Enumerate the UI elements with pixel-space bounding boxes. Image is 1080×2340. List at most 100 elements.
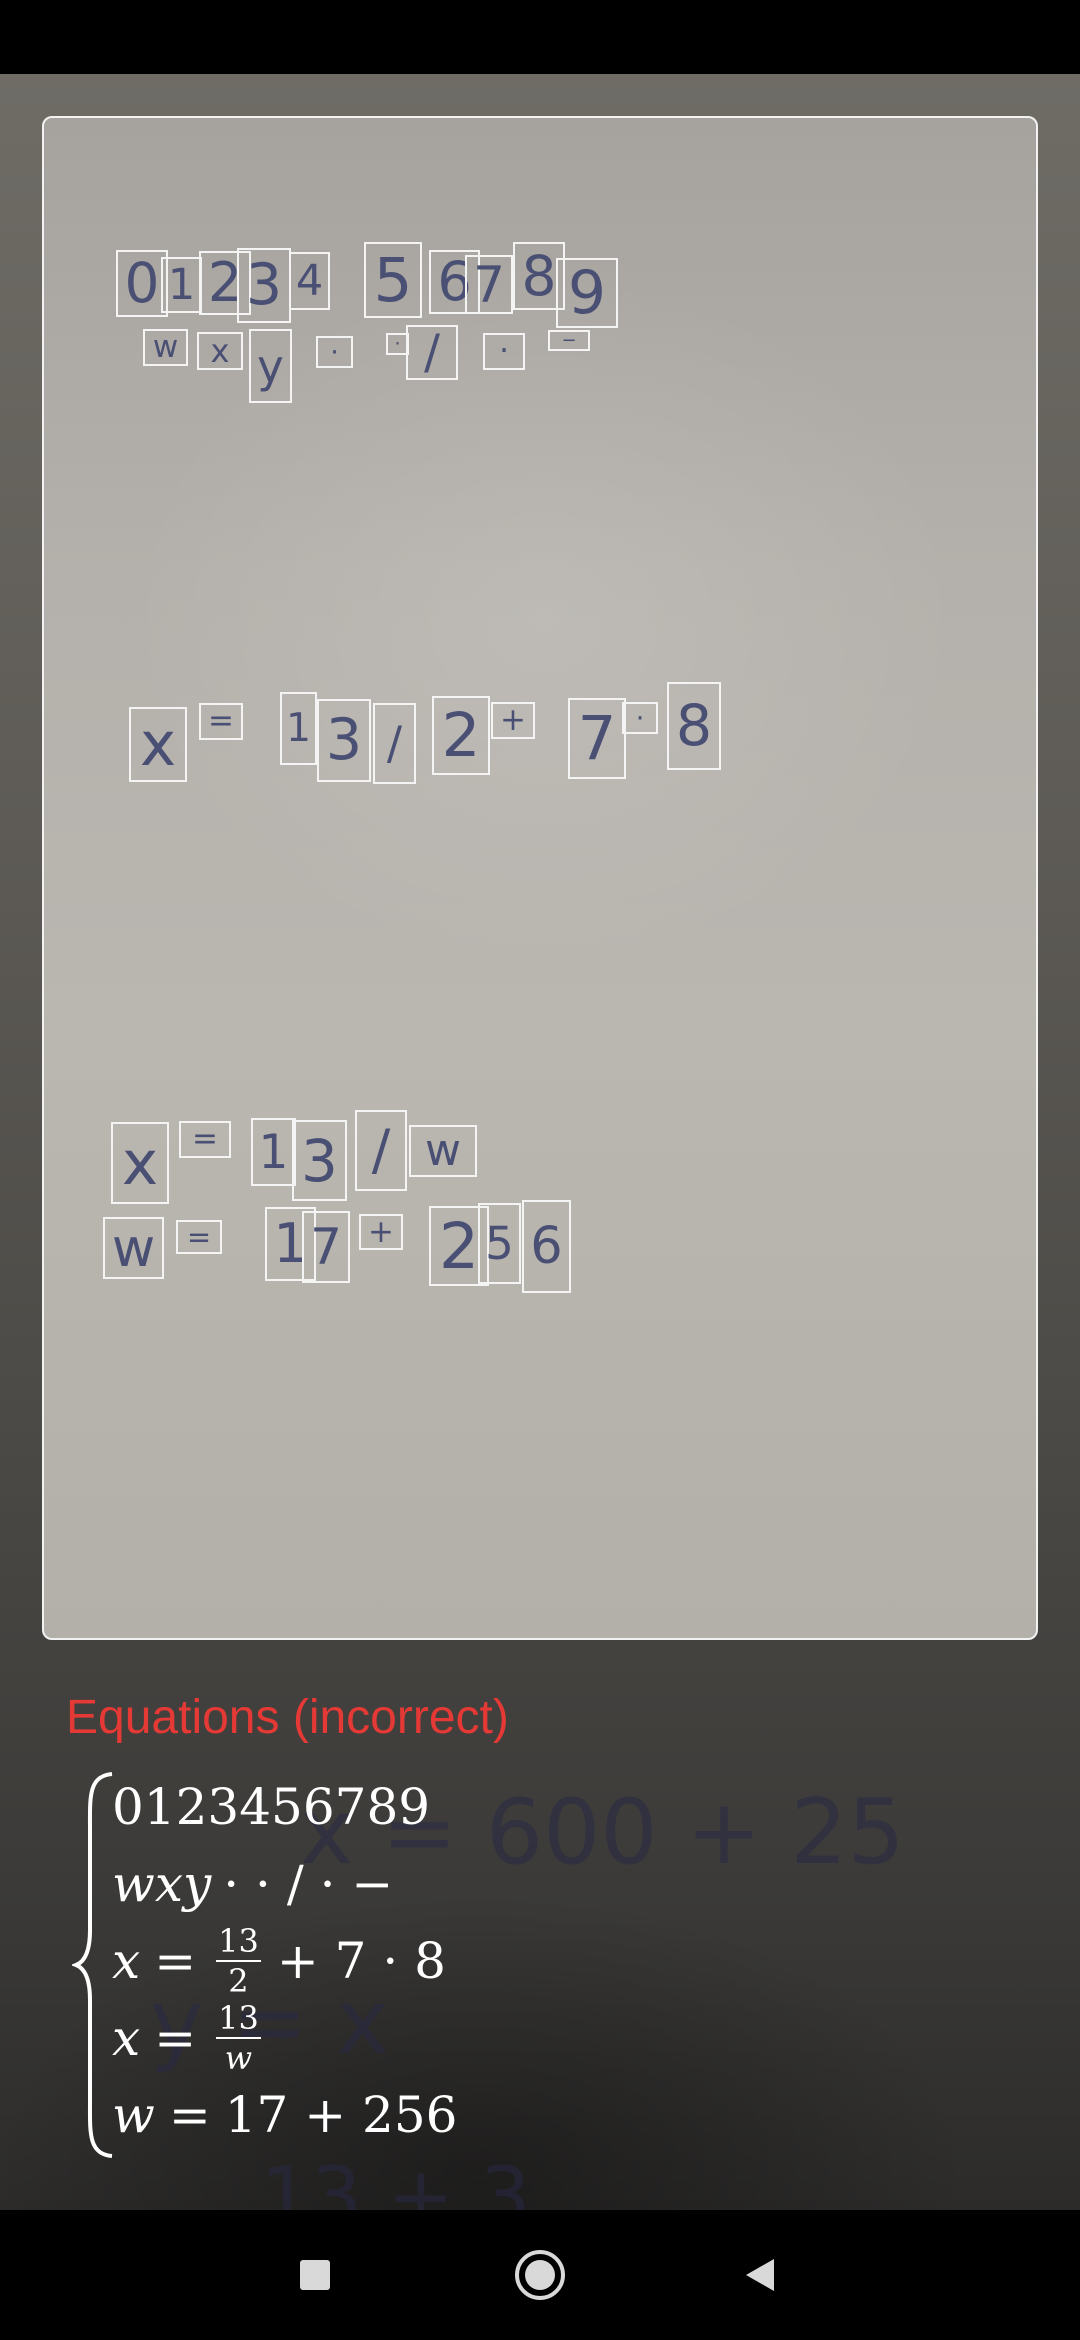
handwritten-symbol: 9 [567, 258, 607, 328]
symbol-box: = [176, 1220, 222, 1254]
equals-sign: = [168, 2086, 211, 2144]
handwritten-symbol: 4 [295, 255, 324, 306]
handwritten-symbol: = [192, 1121, 218, 1157]
symbol-box: 3 [317, 699, 371, 782]
handwritten-symbol: · [635, 702, 645, 734]
variable-x: x [154, 1855, 184, 1913]
equation-line-5: w = 17 + 256 [112, 2078, 457, 2152]
handwritten-symbol: 3 [245, 252, 283, 318]
symbol-box: 4 [289, 252, 330, 310]
handwritten-symbol: 8 [675, 692, 713, 759]
expression-rhs: 17 + 256 [224, 2086, 458, 2144]
handwritten-symbol: 5 [485, 1217, 514, 1270]
equation-line-4: x = 13 w [112, 2001, 267, 2075]
handwritten-symbol: 0 [124, 251, 160, 315]
detected-symbols: 0 1 2 3 4 5 6 7 8 9 w x y · · / · − x = 1 3/2 +7 · 8 x = 1 3/w w = 1 7 +2… [44, 118, 1036, 1638]
fraction: 13 w [216, 2002, 261, 2074]
handwritten-symbol: + [368, 1213, 394, 1250]
handwritten-symbol: y [257, 339, 284, 393]
equations-title: Equations (incorrect) [66, 1691, 509, 1744]
symbol-box: 1 [251, 1118, 296, 1186]
handwritten-symbol: / [424, 325, 440, 380]
variable-x: x [112, 2009, 141, 2067]
symbol-box: 9 [556, 258, 618, 328]
symbol-box: 1 [161, 257, 202, 313]
symbol-box: 1 [280, 692, 317, 765]
variable-y: y [183, 1855, 212, 1913]
symbol-box: − [548, 330, 590, 351]
equation-digits: 0123456789 [112, 1778, 431, 1836]
handwritten-symbol: 3 [301, 1126, 338, 1195]
symbol-box: + [359, 1214, 403, 1250]
variable-w: w [112, 2086, 155, 2144]
handwritten-symbol: − [561, 329, 577, 351]
equation-line-1: 0123456789 [112, 1770, 430, 1844]
symbol-box: 5 [364, 242, 422, 318]
handwritten-symbol: / [386, 717, 403, 770]
symbol-box: = [179, 1121, 231, 1158]
variable-x: x [112, 1932, 141, 1990]
fraction: 13 2 [216, 1925, 261, 1997]
home-button[interactable] [470, 2210, 610, 2340]
symbol-box: 8 [667, 682, 721, 770]
symbol-box: x [111, 1122, 169, 1204]
handwritten-symbol: 6 [530, 1217, 563, 1276]
handwritten-symbol: 1 [258, 1124, 289, 1180]
symbol-box: 3 [237, 248, 291, 323]
symbol-box: · [622, 702, 658, 734]
handwritten-symbol: x [210, 332, 230, 370]
handwritten-symbol: + [500, 702, 526, 738]
navigation-bar [0, 2210, 1080, 2340]
symbol-box: w [143, 329, 188, 366]
fraction-denominator: w [224, 2039, 253, 2077]
symbol-box: 5 [478, 1203, 521, 1284]
symbol-box: 7 [302, 1211, 350, 1283]
handwritten-symbol: = [208, 703, 234, 739]
symbol-box: + [491, 702, 535, 739]
symbol-box: x [197, 332, 243, 370]
expression-tail: + 7 · 8 [276, 1932, 446, 1990]
symbol-box: / [373, 703, 416, 784]
handwritten-symbol: w [425, 1125, 461, 1176]
handwritten-symbol: w [152, 329, 179, 365]
status-bar [0, 0, 1080, 74]
handwritten-symbol: · [499, 333, 509, 369]
symbol-box: 7 [465, 255, 513, 314]
symbol-box: / [355, 1110, 407, 1191]
handwritten-symbol: 7 [473, 255, 505, 314]
equals-sign: = [154, 2009, 197, 2067]
operator-sequence: · · / · − [223, 1855, 394, 1913]
handwritten-symbol: / [371, 1118, 391, 1182]
variable-w: w [112, 1855, 155, 1913]
handwritten-symbol: = [186, 1219, 212, 1254]
handwritten-symbol: · [330, 336, 339, 368]
scan-region-frame: 0 1 2 3 4 5 6 7 8 9 w x y · · / · − x = 1 3/2 +7 · 8 x = 1 3/w w = 1 7 +2… [42, 116, 1038, 1640]
equals-sign: = [154, 1932, 197, 1990]
fraction-numerator: 13 [216, 1999, 261, 2039]
symbol-box: w [103, 1217, 164, 1279]
symbol-box: = [199, 703, 243, 740]
handwritten-symbol: x [121, 1127, 159, 1199]
equation-line-2: w x y · · / · − [112, 1847, 393, 1921]
handwritten-symbol: 7 [310, 1218, 342, 1276]
handwritten-symbol: x [139, 709, 177, 780]
handwritten-symbol: w [111, 1217, 156, 1279]
symbol-box: 2 [432, 696, 490, 775]
symbol-box: 7 [568, 698, 626, 779]
handwritten-symbol: 2 [441, 700, 481, 771]
recents-square-icon [300, 2260, 330, 2290]
back-button[interactable] [690, 2210, 830, 2340]
symbol-box: / [406, 325, 458, 380]
equation-system: 0123456789 w x y · · / · − x = 13 2 + 7 … [72, 1770, 772, 2160]
handwritten-symbol: 1 [167, 259, 196, 310]
fraction-numerator: 13 [216, 1922, 261, 1962]
back-triangle-icon [746, 2259, 774, 2291]
symbol-box: 6 [522, 1200, 571, 1293]
handwritten-symbol: 5 [373, 244, 413, 316]
home-circle-icon [515, 2250, 565, 2300]
handwritten-symbol: 3 [325, 707, 363, 773]
handwritten-symbol: 1 [286, 706, 311, 751]
recents-button[interactable] [245, 2210, 385, 2340]
handwritten-symbol: · [394, 332, 401, 355]
handwritten-symbol: 7 [577, 703, 617, 774]
